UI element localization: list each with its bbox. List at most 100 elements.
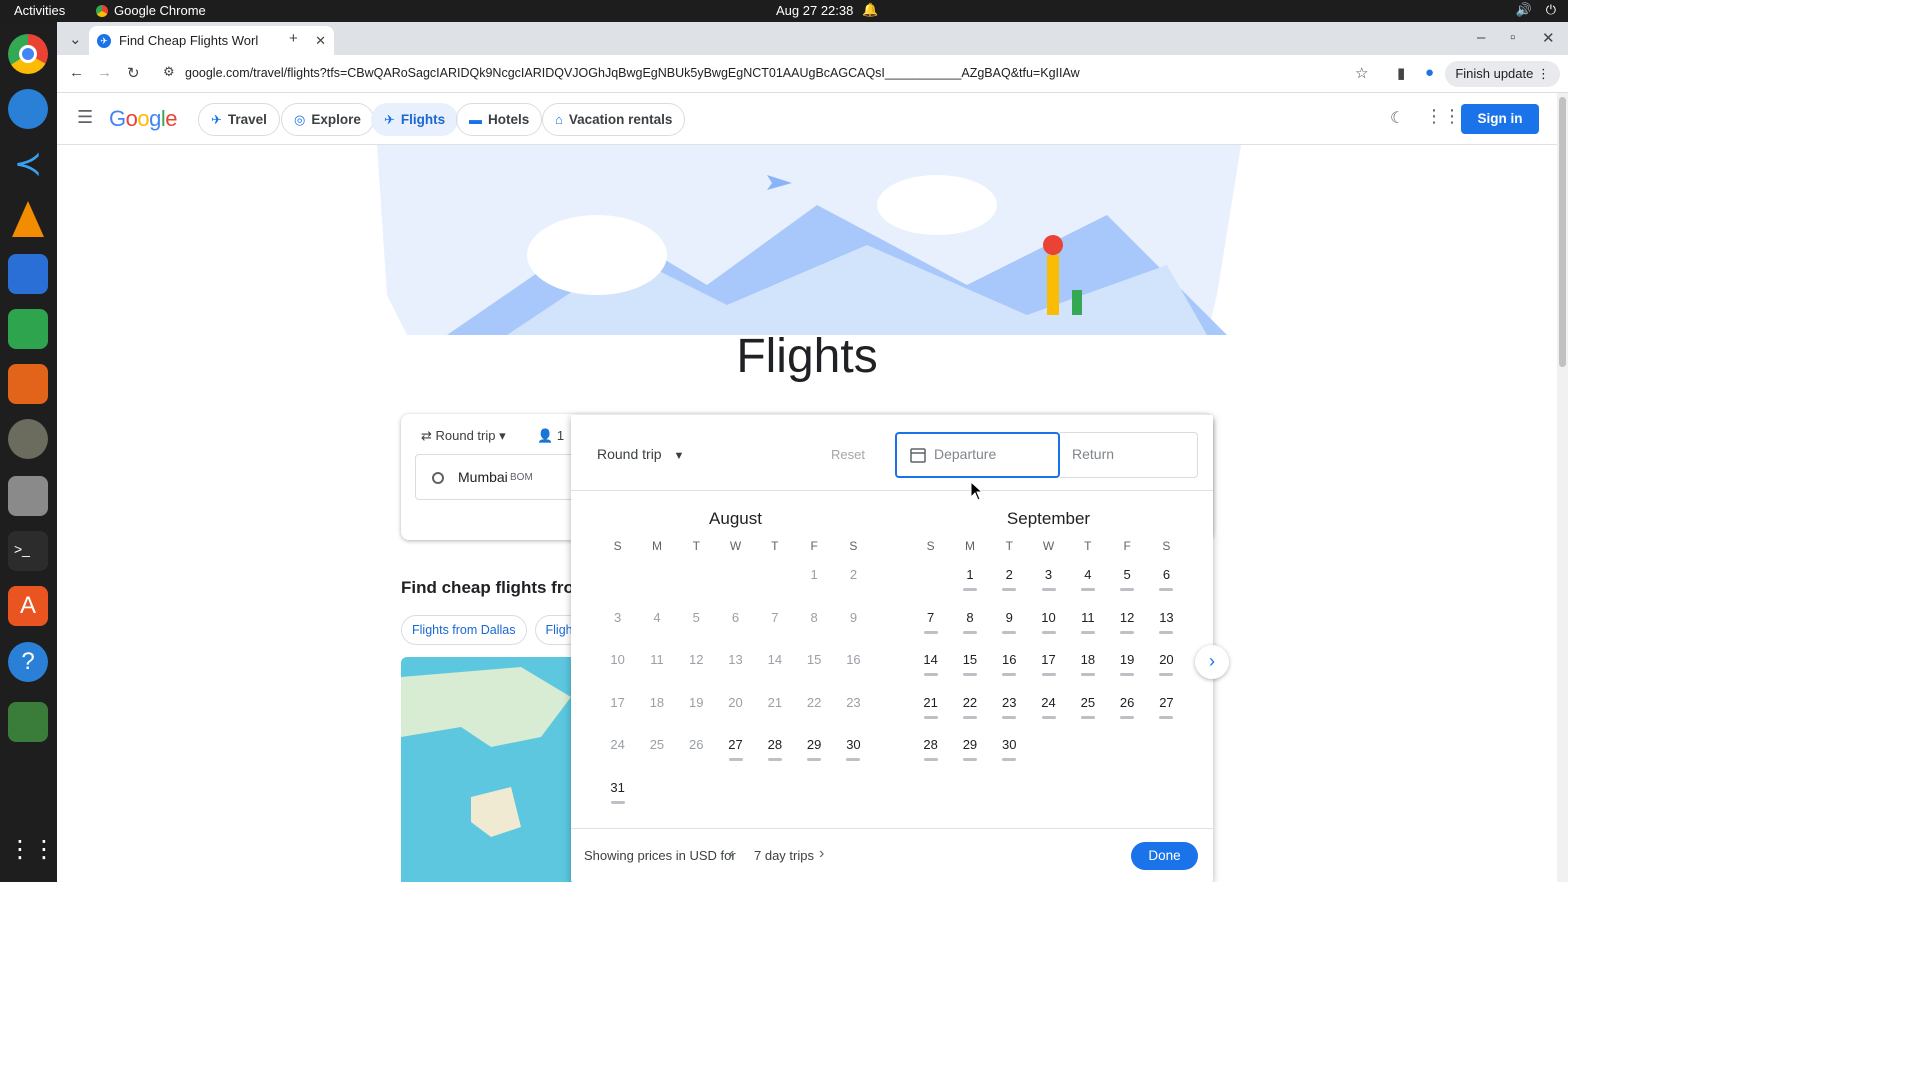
scrollbar-thumb[interactable] xyxy=(1559,97,1566,367)
travel-icon: ✈ xyxy=(211,111,222,127)
passengers-select[interactable]: 👤 1 xyxy=(537,428,564,444)
day-september-2[interactable]: 2 xyxy=(990,567,1029,610)
nav-vacation-rentals[interactable]: ⌂ Vacation rentals xyxy=(542,103,686,136)
day-number: 4 xyxy=(1084,567,1092,582)
clock[interactable]: Aug 27 22:38 xyxy=(776,3,853,18)
impress-icon[interactable] xyxy=(8,364,48,404)
day-august-3: 3 xyxy=(598,610,637,653)
day-september-13[interactable]: 13 xyxy=(1147,610,1186,653)
day-september-26[interactable]: 26 xyxy=(1107,695,1146,738)
close-tab-icon[interactable]: ✕ xyxy=(315,33,326,49)
gimp-icon[interactable] xyxy=(8,419,48,459)
day-september-19[interactable]: 19 xyxy=(1107,652,1146,695)
trip-type-select[interactable]: ⇄ Round trip ▾ xyxy=(421,428,506,444)
day-september-24[interactable]: 24 xyxy=(1029,695,1068,738)
main-menu-icon[interactable]: ☰ xyxy=(77,107,93,128)
chip-flights-from-dallas[interactable]: Flights from Dallas xyxy=(401,615,527,645)
departure-input[interactable]: Departure xyxy=(895,432,1060,478)
nav-hotels[interactable]: ▬ Hotels xyxy=(456,103,543,136)
day-september-11[interactable]: 11 xyxy=(1068,610,1107,653)
day-september-28[interactable]: 28 xyxy=(911,737,950,780)
nav-explore[interactable]: ◎ Explore xyxy=(281,103,374,136)
page-title: Flights xyxy=(736,330,878,383)
day-september-20[interactable]: 20 xyxy=(1147,652,1186,695)
day-september-29[interactable]: 29 xyxy=(950,737,989,780)
day-september-7[interactable]: 7 xyxy=(911,610,950,653)
day-september-15[interactable]: 15 xyxy=(950,652,989,695)
day-september-12[interactable]: 12 xyxy=(1107,610,1146,653)
maximize-icon[interactable]: ▫ xyxy=(1510,29,1515,46)
day-september-21[interactable]: 21 xyxy=(911,695,950,738)
side-panel-icon[interactable]: ▮ xyxy=(1397,64,1405,82)
bookmark-star-icon[interactable]: ☆ xyxy=(1355,64,1368,82)
back-icon[interactable]: ← xyxy=(69,64,84,81)
google-logo[interactable]: Google xyxy=(109,106,178,132)
nav-flights[interactable]: ✈ Flights xyxy=(371,103,459,136)
reset-button[interactable]: Reset xyxy=(831,447,865,462)
weekday-label: S xyxy=(926,539,935,553)
day-august-28[interactable]: 28 xyxy=(755,737,794,780)
nav-travel[interactable]: ✈ Travel xyxy=(198,103,280,136)
trash-icon[interactable] xyxy=(8,702,48,742)
close-window-icon[interactable]: ✕ xyxy=(1542,29,1555,47)
origin-field[interactable]: Mumbai BOM xyxy=(415,454,595,500)
vscode-icon[interactable]: ≺ xyxy=(8,144,48,184)
activities-button[interactable]: Activities xyxy=(14,3,65,18)
day-september-1[interactable]: 1 xyxy=(950,567,989,610)
app-center-icon[interactable]: A xyxy=(8,586,48,626)
forward-icon[interactable]: → xyxy=(97,64,112,81)
day-september-17[interactable]: 17 xyxy=(1029,652,1068,695)
terminal-icon[interactable]: >_ xyxy=(8,531,48,571)
day-september-6[interactable]: 6 xyxy=(1147,567,1186,610)
day-september-5[interactable]: 5 xyxy=(1107,567,1146,610)
profile-icon[interactable]: ● xyxy=(1425,64,1434,81)
reload-icon[interactable]: ↻ xyxy=(127,64,140,82)
day-september-4[interactable]: 4 xyxy=(1068,567,1107,610)
day-september-9[interactable]: 9 xyxy=(990,610,1029,653)
files-icon[interactable] xyxy=(8,476,48,516)
day-august-29[interactable]: 29 xyxy=(794,737,833,780)
day-september-8[interactable]: 8 xyxy=(950,610,989,653)
new-tab-icon[interactable]: + xyxy=(289,30,298,47)
minimize-icon[interactable]: – xyxy=(1477,29,1485,46)
day-august-31[interactable]: 31 xyxy=(598,780,637,823)
day-september-25[interactable]: 25 xyxy=(1068,695,1107,738)
tab-search-icon[interactable]: ⌄ xyxy=(69,30,82,48)
vlc-icon[interactable] xyxy=(8,199,48,239)
next-month-button[interactable]: › xyxy=(1195,645,1229,679)
writer-icon[interactable] xyxy=(8,254,48,294)
day-september-27[interactable]: 27 xyxy=(1147,695,1186,738)
day-august-27[interactable]: 27 xyxy=(716,737,755,780)
app-menu[interactable]: Google Chrome xyxy=(96,3,206,18)
thunderbird-icon[interactable] xyxy=(8,89,48,129)
day-september-10[interactable]: 10 xyxy=(1029,610,1068,653)
url-field[interactable]: google.com/travel/flights?tfs=CBwQARoSag… xyxy=(185,66,1080,80)
system-tray[interactable]: 🔊 ⏻ xyxy=(1516,2,1556,18)
help-icon[interactable]: ? xyxy=(8,642,48,682)
day-september-18[interactable]: 18 xyxy=(1068,652,1107,695)
price-placeholder-bar xyxy=(1041,673,1056,676)
site-info-icon[interactable]: ⚙ xyxy=(163,64,175,80)
day-number: 1 xyxy=(810,567,818,582)
day-september-3[interactable]: 3 xyxy=(1029,567,1068,610)
page-scrollbar[interactable] xyxy=(1557,93,1568,882)
day-number: 12 xyxy=(689,652,704,667)
prev-trip-length-icon[interactable]: ‹ xyxy=(729,845,734,863)
day-september-22[interactable]: 22 xyxy=(950,695,989,738)
next-trip-length-icon[interactable]: › xyxy=(819,845,824,863)
show-apps-icon[interactable]: ⋮⋮⋮ xyxy=(8,830,80,870)
day-august-11: 11 xyxy=(637,652,676,695)
done-button[interactable]: Done xyxy=(1131,842,1198,870)
calendar-trip-type-select[interactable]: Round trip ▼ xyxy=(597,446,684,462)
day-september-14[interactable]: 14 xyxy=(911,652,950,695)
day-september-30[interactable]: 30 xyxy=(990,737,1029,780)
dark-mode-icon[interactable]: ☾ xyxy=(1390,108,1404,128)
return-input[interactable]: Return xyxy=(1060,432,1198,478)
calc-icon[interactable] xyxy=(8,309,48,349)
day-august-30[interactable]: 30 xyxy=(834,737,873,780)
day-september-16[interactable]: 16 xyxy=(990,652,1029,695)
day-september-23[interactable]: 23 xyxy=(990,695,1029,738)
finish-update-button[interactable]: Finish update ⋮ xyxy=(1445,61,1560,87)
sign-in-button[interactable]: Sign in xyxy=(1461,104,1539,134)
chrome-dock-icon[interactable] xyxy=(8,34,48,74)
